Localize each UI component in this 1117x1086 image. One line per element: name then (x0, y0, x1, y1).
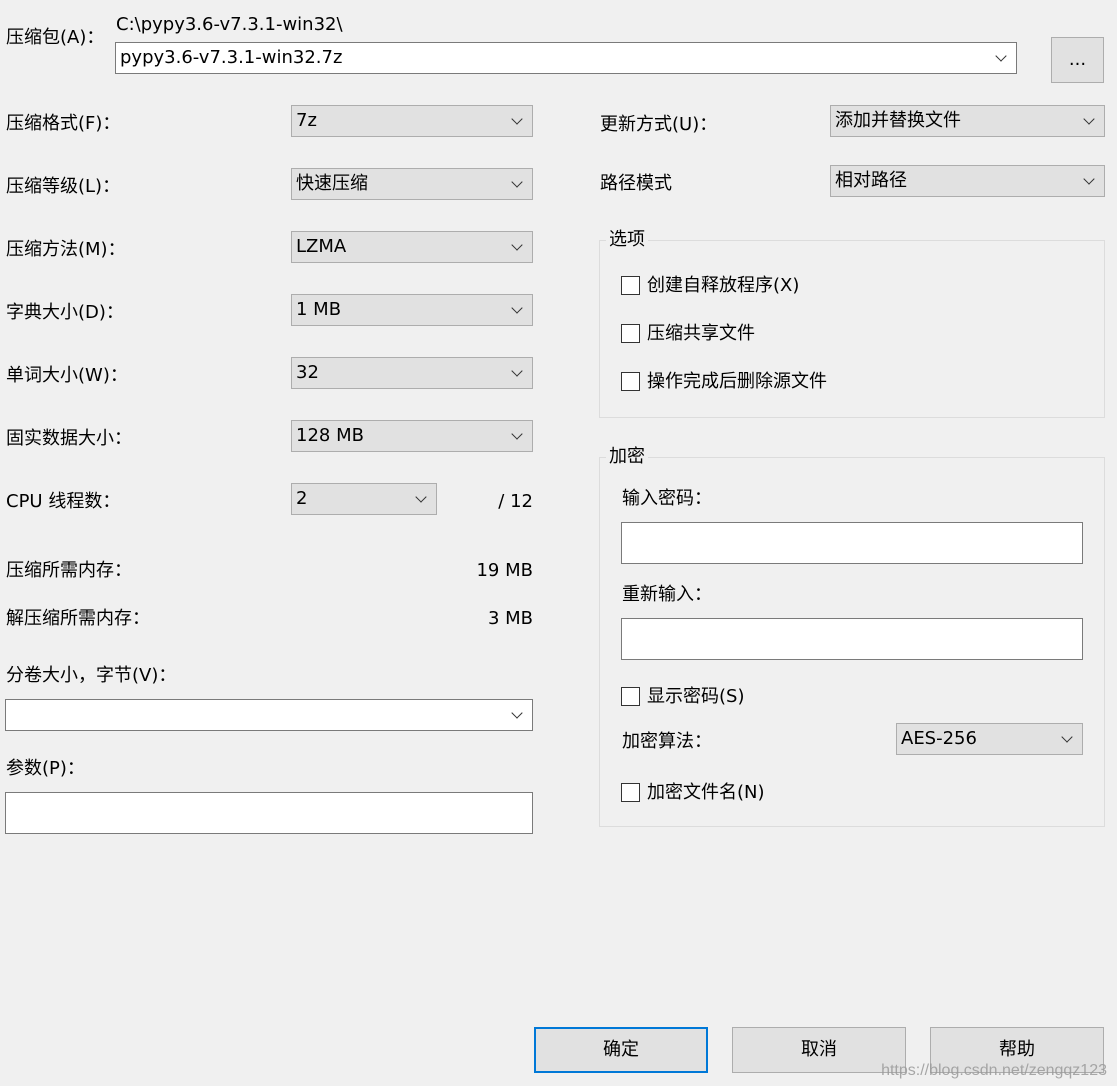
ok-button[interactable]: 确定 (534, 1027, 708, 1073)
word-value: 32 (296, 362, 319, 383)
volume-combo[interactable] (5, 699, 533, 731)
reenter-label: 重新输入： (622, 584, 712, 605)
format-label: 压缩格式(F)： (6, 113, 121, 134)
volume-label: 分卷大小，字节(V)： (6, 665, 177, 686)
reenter-password-input[interactable] (621, 618, 1083, 660)
threads-value: 2 (296, 488, 308, 509)
dict-value: 1 MB (296, 299, 342, 320)
chevron-down-icon (511, 302, 523, 314)
pathmode-value: 相对路径 (835, 170, 907, 191)
word-select[interactable]: 32 (291, 357, 533, 389)
threads-select[interactable]: 2 (291, 483, 437, 515)
encryption-method-select[interactable]: AES-256 (896, 723, 1083, 755)
archive-path: C:\pypy3.6-v7.3.1-win32\ (116, 14, 343, 35)
shared-label[interactable]: 压缩共享文件 (647, 323, 755, 345)
mem-decompress-label: 解压缩所需内存： (6, 608, 150, 629)
chevron-down-icon (511, 176, 523, 188)
chevron-down-icon (1083, 113, 1095, 125)
shared-checkbox[interactable] (621, 324, 640, 343)
encryption-method-value: AES-256 (901, 728, 977, 749)
update-label: 更新方式(U)： (600, 114, 718, 135)
chevron-down-icon[interactable] (995, 50, 1007, 62)
chevron-down-icon[interactable] (511, 707, 523, 719)
pathmode-select[interactable]: 相对路径 (830, 165, 1105, 197)
level-label: 压缩等级(L)： (6, 176, 121, 197)
chevron-down-icon (511, 428, 523, 440)
chevron-down-icon (1083, 173, 1095, 185)
level-value: 快速压缩 (296, 173, 368, 194)
dict-label: 字典大小(D)： (6, 302, 124, 323)
show-password-label[interactable]: 显示密码(S) (647, 686, 744, 708)
method-value: LZMA (296, 236, 347, 257)
chevron-down-icon (511, 113, 523, 125)
archive-name-combo[interactable]: pypy3.6-v7.3.1-win32.7z (115, 42, 1017, 74)
password-label: 输入密码： (622, 488, 712, 509)
dict-select[interactable]: 1 MB (291, 294, 533, 326)
browse-button[interactable]: ... (1051, 37, 1104, 83)
encrypt-names-checkbox[interactable] (621, 783, 640, 802)
cancel-button[interactable]: 取消 (732, 1027, 906, 1073)
format-select[interactable]: 7z (291, 105, 533, 137)
encryption-method-label: 加密算法： (622, 731, 712, 752)
archive-name-value: pypy3.6-v7.3.1-win32.7z (120, 47, 343, 68)
chevron-down-icon (511, 365, 523, 377)
level-select[interactable]: 快速压缩 (291, 168, 533, 200)
update-value: 添加并替换文件 (835, 110, 961, 131)
show-password-checkbox[interactable] (621, 687, 640, 706)
format-value: 7z (296, 110, 317, 131)
options-title: 选项 (606, 229, 648, 251)
sfx-label[interactable]: 创建自释放程序(X) (647, 275, 799, 297)
chevron-down-icon (1061, 731, 1073, 743)
password-input[interactable] (621, 522, 1083, 564)
chevron-down-icon (511, 239, 523, 251)
mem-decompress-value: 3 MB (487, 608, 533, 629)
solid-label: 固实数据大小： (6, 428, 132, 449)
chevron-down-icon (415, 491, 427, 503)
solid-value: 128 MB (296, 425, 364, 446)
archive-label: 压缩包(A)： (6, 27, 105, 48)
watermark: https://blog.csdn.net/zengqz123 (881, 1062, 1107, 1079)
mem-compress-value: 19 MB (476, 560, 533, 581)
update-select[interactable]: 添加并替换文件 (830, 105, 1105, 137)
solid-select[interactable]: 128 MB (291, 420, 533, 452)
pathmode-label: 路径模式 (600, 173, 672, 194)
encrypt-names-label[interactable]: 加密文件名(N) (647, 782, 765, 804)
delete-source-label[interactable]: 操作完成后删除源文件 (647, 371, 827, 393)
delete-source-checkbox[interactable] (621, 372, 640, 391)
encryption-title: 加密 (606, 446, 648, 468)
threads-max: / 12 (498, 491, 533, 512)
method-select[interactable]: LZMA (291, 231, 533, 263)
params-input[interactable] (5, 792, 533, 834)
sfx-checkbox[interactable] (621, 276, 640, 295)
word-label: 单词大小(W)： (6, 365, 128, 386)
mem-compress-label: 压缩所需内存： (6, 560, 132, 581)
method-label: 压缩方法(M)： (6, 239, 126, 260)
params-label: 参数(P)： (6, 758, 85, 779)
threads-label: CPU 线程数： (6, 491, 121, 512)
